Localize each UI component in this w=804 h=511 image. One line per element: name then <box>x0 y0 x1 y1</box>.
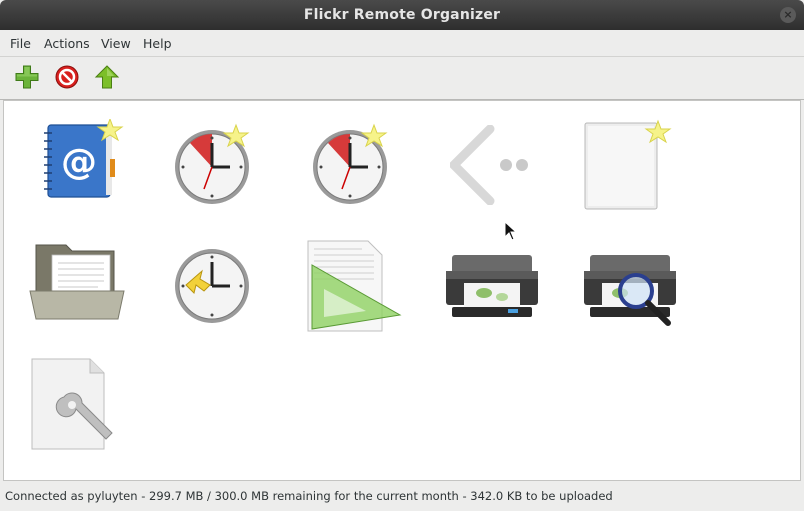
alarm-clock-new-icon[interactable] <box>174 119 260 209</box>
remove-icon[interactable] <box>54 64 80 90</box>
folder-open-document-icon[interactable] <box>28 241 128 321</box>
icon-grid: @ <box>3 100 801 481</box>
close-icon[interactable]: × <box>780 7 796 23</box>
history-clock-icon[interactable] <box>174 241 260 331</box>
menu-view[interactable]: View <box>101 36 131 51</box>
page-setup-icon[interactable] <box>304 239 404 335</box>
status-bar: Connected as pyluyten - 299.7 MB / 300.0… <box>0 484 804 511</box>
toolbar <box>0 57 804 100</box>
svg-text:@: @ <box>61 142 97 183</box>
window-title: Flickr Remote Organizer <box>303 7 501 23</box>
status-text: Connected as pyluyten - 299.7 MB / 300.0… <box>5 489 613 503</box>
go-previous-icon[interactable] <box>450 125 536 205</box>
menu-file[interactable]: File <box>10 36 31 51</box>
alarm-clock-new-icon[interactable] <box>312 119 398 209</box>
title-bar[interactable]: Flickr Remote Organizer × <box>0 0 804 30</box>
new-document-icon[interactable] <box>582 119 672 211</box>
menu-bar: File Actions View Help <box>0 30 804 57</box>
mouse-cursor-icon <box>504 221 518 241</box>
upload-icon[interactable] <box>94 64 120 90</box>
print-preview-icon[interactable] <box>582 251 682 327</box>
printer-icon[interactable] <box>444 251 540 323</box>
preferences-document-icon[interactable] <box>28 357 122 453</box>
menu-help[interactable]: Help <box>143 36 172 51</box>
add-icon[interactable] <box>14 64 40 90</box>
menu-actions[interactable]: Actions <box>44 36 90 51</box>
address-book-new-icon[interactable]: @ <box>40 119 126 205</box>
app-window: Flickr Remote Organizer × File Actions V… <box>0 0 804 511</box>
